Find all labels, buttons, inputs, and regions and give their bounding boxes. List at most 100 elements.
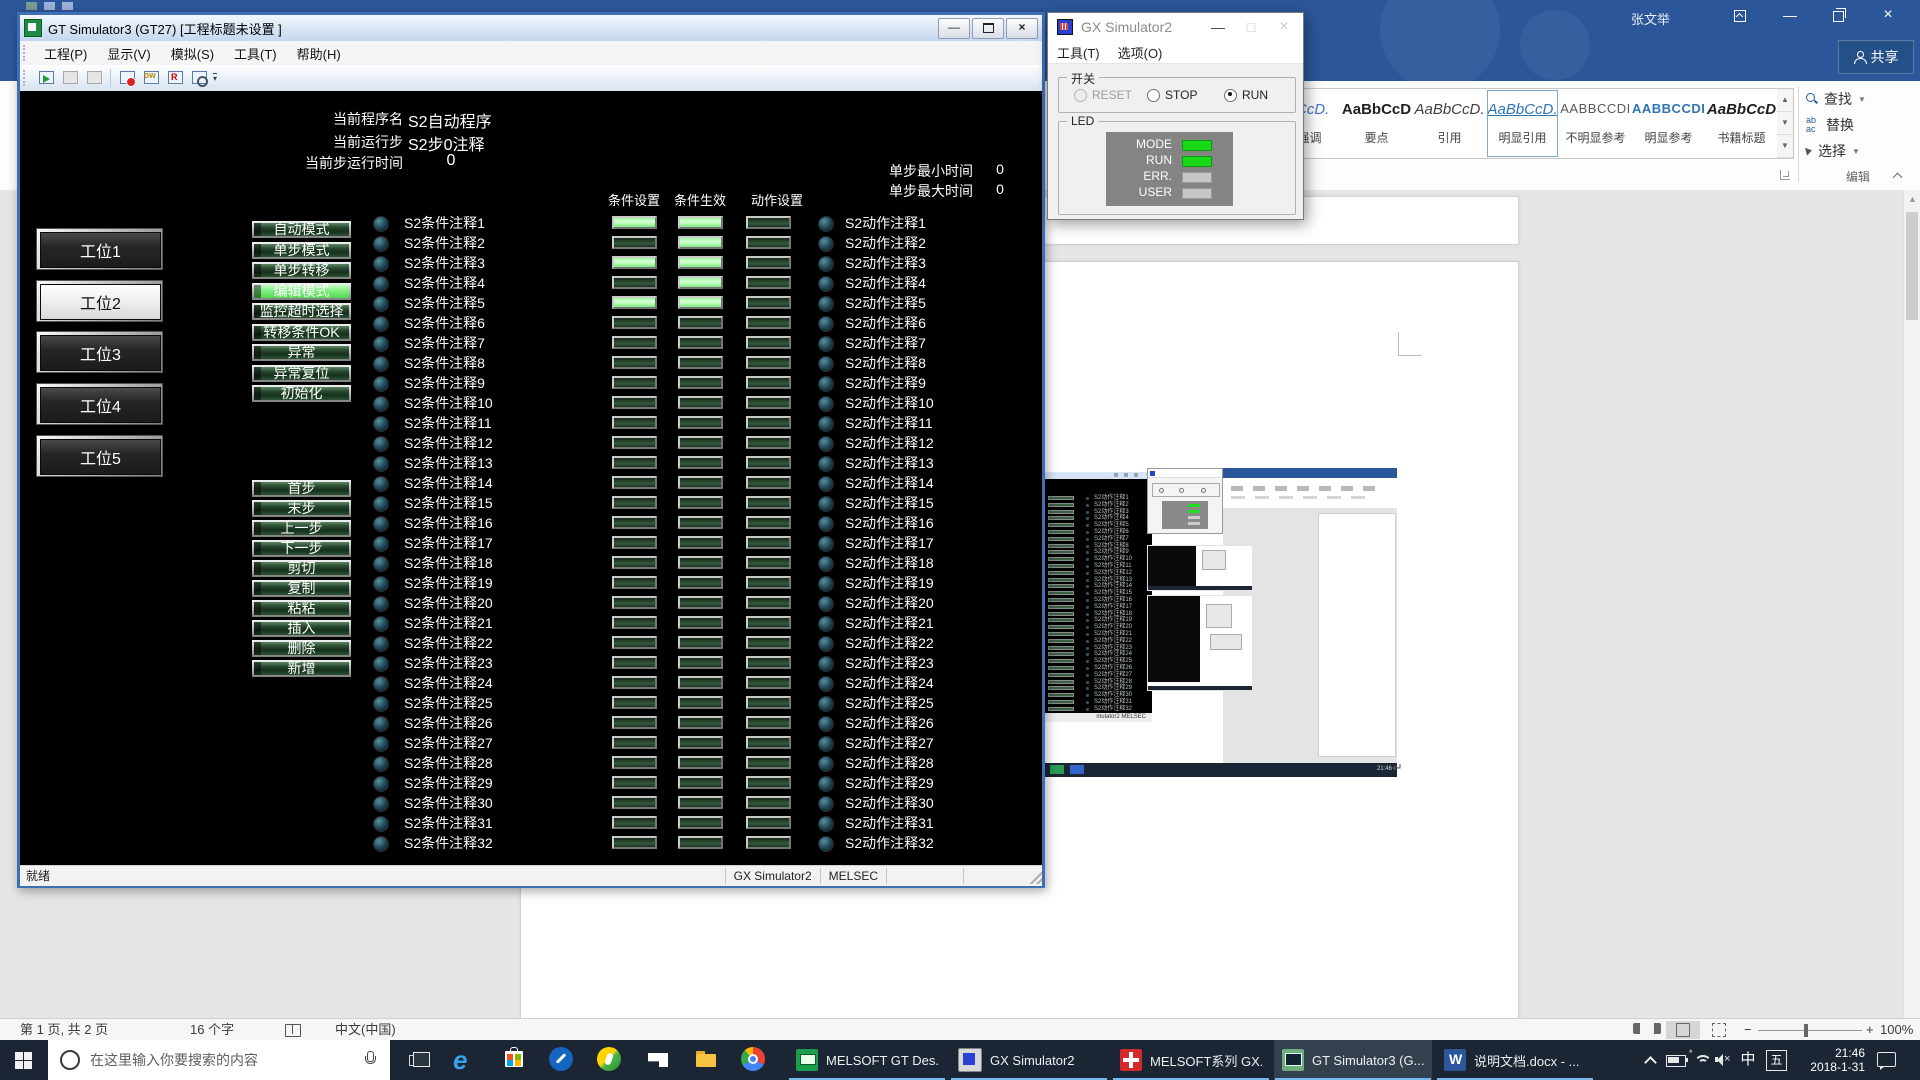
page-indicator[interactable]: 第 1 页, 共 2 页 (20, 1021, 108, 1039)
simulate-start-icon[interactable] (36, 68, 56, 88)
condition-set-led[interactable] (612, 556, 657, 569)
condition-set-led[interactable] (612, 216, 657, 229)
condition-set-led[interactable] (612, 816, 657, 829)
condition-set-led[interactable] (612, 276, 657, 289)
taskbar-search-input[interactable]: 在这里输入你要搜索的内容 (48, 1040, 390, 1080)
web-layout-button[interactable] (1702, 1021, 1736, 1039)
zoom-slider-track[interactable] (1758, 1030, 1862, 1031)
condition-set-led[interactable] (612, 696, 657, 709)
action-set-led[interactable] (746, 836, 791, 849)
gx-menu-1[interactable]: 工具(T) (1048, 43, 1109, 62)
resize-grip[interactable] (1026, 868, 1042, 884)
taskbar-app-gx-sim[interactable]: GX Simulator2 (950, 1040, 1108, 1080)
condition-set-led[interactable] (612, 356, 657, 369)
style-item-2[interactable]: AaBbCcD要点 (1340, 89, 1413, 158)
action-set-led[interactable] (746, 396, 791, 409)
style-item-6[interactable]: AABBCCDI明显参考 (1632, 89, 1705, 158)
find-button[interactable]: 查找 ▼ (1806, 88, 1866, 110)
gt-menu-3[interactable]: 模拟(S) (161, 44, 224, 63)
condition-set-led[interactable] (612, 496, 657, 509)
condition-active-led[interactable] (678, 316, 723, 329)
condition-active-led[interactable] (678, 416, 723, 429)
drawing-check-icon[interactable] (141, 68, 161, 88)
action-center-button[interactable] (1872, 1040, 1902, 1080)
taskbar-app-word[interactable]: 说明文档.docx - ... (1436, 1040, 1594, 1080)
word-close-button[interactable]: × (1868, 0, 1908, 30)
condition-active-led[interactable] (678, 796, 723, 809)
condition-active-led[interactable] (678, 296, 723, 309)
gallery-more-icon[interactable]: ▼ (1777, 135, 1793, 158)
action-set-led[interactable] (746, 296, 791, 309)
action-set-led[interactable] (746, 456, 791, 469)
action-set-led[interactable] (746, 696, 791, 709)
zoom-slider-handle[interactable] (1804, 1024, 1808, 1037)
tray-clock[interactable]: 21:46 2018-1-31 (1793, 1040, 1865, 1080)
condition-active-led[interactable] (678, 396, 723, 409)
gallery-scroll-up-icon[interactable]: ▲ (1777, 89, 1793, 112)
action-set-led[interactable] (746, 256, 791, 269)
word-count[interactable]: 16 个字 (190, 1021, 234, 1039)
report-icon[interactable] (165, 68, 185, 88)
condition-set-led[interactable] (612, 436, 657, 449)
quick-access-icon[interactable] (44, 2, 55, 10)
action-set-led[interactable] (746, 316, 791, 329)
condition-active-led[interactable] (678, 356, 723, 369)
gt-menu-1[interactable]: 工程(P) (34, 44, 97, 63)
scrollbar-thumb[interactable] (1906, 212, 1918, 320)
zoom-level[interactable]: 100% (1880, 1021, 1913, 1039)
language-indicator[interactable]: 中文(中国) (335, 1021, 396, 1039)
action-set-led[interactable] (746, 756, 791, 769)
condition-set-led[interactable] (612, 416, 657, 429)
action-set-led[interactable] (746, 496, 791, 509)
word-minimize-button[interactable]: — (1770, 0, 1810, 30)
taskbar-tool-button[interactable] (540, 1040, 584, 1080)
word-scrollbar[interactable]: ▲ (1903, 190, 1920, 1018)
microphone-icon[interactable] (364, 1051, 376, 1069)
condition-set-led[interactable] (612, 836, 657, 849)
action-set-led[interactable] (746, 656, 791, 669)
action-set-led[interactable] (746, 236, 791, 249)
condition-set-led[interactable] (612, 476, 657, 489)
condition-active-led[interactable] (678, 756, 723, 769)
action-set-led[interactable] (746, 336, 791, 349)
condition-set-led[interactable] (612, 776, 657, 789)
condition-active-led[interactable] (678, 476, 723, 489)
taskbar-media-button[interactable] (588, 1040, 632, 1080)
radio-stop[interactable]: STOP (1147, 88, 1197, 102)
gt-menu-4[interactable]: 工具(T) (224, 44, 287, 63)
action-set-led[interactable] (746, 796, 791, 809)
ribbon-collapse-icon[interactable] (1893, 171, 1903, 179)
action-set-led[interactable] (746, 476, 791, 489)
condition-active-led[interactable] (678, 636, 723, 649)
gt-close-button[interactable]: × (1006, 18, 1038, 39)
condition-active-led[interactable] (678, 236, 723, 249)
replace-button[interactable]: abac 替换 (1806, 114, 1854, 136)
scroll-up-icon[interactable]: ▲ (1908, 194, 1918, 204)
condition-active-led[interactable] (678, 556, 723, 569)
action-set-led[interactable] (746, 356, 791, 369)
gt-minimize-button[interactable]: — (938, 18, 970, 39)
taskbar-store-button[interactable] (492, 1040, 536, 1080)
taskbar-mail-button[interactable] (636, 1040, 680, 1080)
start-button[interactable] (0, 1040, 48, 1080)
action-set-led[interactable] (746, 616, 791, 629)
proofing-icon[interactable] (285, 1024, 301, 1037)
volume-muted-icon[interactable]: × (1713, 1040, 1737, 1080)
task-view-button[interactable] (400, 1040, 444, 1080)
gt-maximize-button[interactable] (972, 18, 1004, 39)
action-set-led[interactable] (746, 276, 791, 289)
styles-dialog-launcher-icon[interactable] (1780, 170, 1790, 180)
taskbar-chrome-button[interactable] (732, 1040, 776, 1080)
gx-minimize-button[interactable]: — (1203, 13, 1233, 41)
action-set-led[interactable] (746, 676, 791, 689)
action-set-led[interactable] (746, 416, 791, 429)
gt-titlebar[interactable]: GT Simulator3 (GT27) [工程标题未设置 ] — × (20, 15, 1042, 41)
condition-set-led[interactable] (612, 676, 657, 689)
action-set-led[interactable] (746, 556, 791, 569)
condition-set-led[interactable] (612, 396, 657, 409)
condition-set-led[interactable] (612, 296, 657, 309)
condition-active-led[interactable] (678, 676, 723, 689)
condition-set-led[interactable] (612, 736, 657, 749)
action-set-led[interactable] (746, 216, 791, 229)
gt-menu-2[interactable]: 显示(V) (97, 44, 160, 63)
